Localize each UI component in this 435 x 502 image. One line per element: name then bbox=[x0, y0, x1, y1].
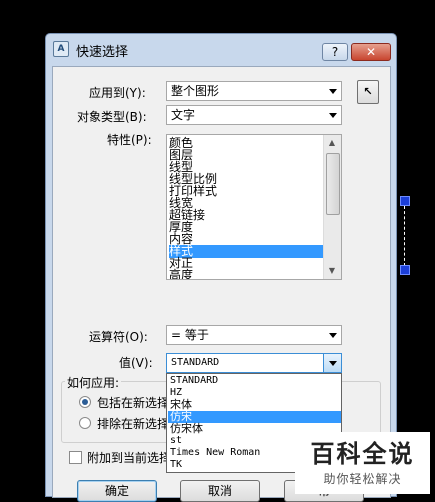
operator-label: 运算符(O): bbox=[89, 330, 148, 344]
include-label: 包括在新选择 bbox=[97, 396, 170, 410]
watermark-title: 百科全说 bbox=[310, 440, 415, 468]
chevron-down-icon bbox=[329, 333, 337, 338]
ok-button[interactable]: 确定 bbox=[77, 480, 157, 502]
apply-to-value: 整个图形 bbox=[171, 84, 220, 98]
chevron-down-icon bbox=[329, 89, 337, 94]
watermark-subtitle: 助你轻松解决 bbox=[323, 472, 402, 486]
chevron-down-icon bbox=[329, 361, 337, 366]
value-select[interactable]: STANDARD bbox=[166, 353, 342, 373]
include-radio[interactable] bbox=[79, 396, 91, 408]
chevron-down-icon bbox=[329, 113, 337, 118]
value-label: 值(V): bbox=[119, 356, 153, 370]
properties-label: 特性(P): bbox=[107, 133, 152, 147]
exclude-label: 排除在新选择 bbox=[97, 417, 170, 431]
how-to-apply-legend: 如何应用: bbox=[65, 374, 122, 391]
object-type-select[interactable]: 文字 bbox=[166, 105, 342, 125]
append-checkbox[interactable] bbox=[69, 451, 82, 464]
cancel-button[interactable]: 取消 bbox=[180, 480, 260, 502]
operator-select[interactable]: = 等于 bbox=[166, 325, 342, 345]
apply-to-select[interactable]: 整个图形 bbox=[166, 81, 342, 101]
help-button[interactable]: ? bbox=[322, 43, 348, 61]
selection-dashed-line bbox=[404, 206, 405, 266]
properties-scrollbar[interactable]: ▲ ▼ bbox=[323, 135, 341, 279]
property-item[interactable]: 高度 bbox=[169, 269, 324, 280]
quick-select-dialog: A 快速选择 ? ✕ 应用到(Y): 整个图形 ↖ 对象类型(B): 文字 特性… bbox=[45, 33, 397, 502]
watermark: 百科全说 助你轻松解决 bbox=[295, 432, 430, 494]
scroll-thumb[interactable] bbox=[326, 153, 340, 215]
value-option[interactable]: 宋体 bbox=[168, 399, 341, 411]
object-type-value: 文字 bbox=[171, 108, 196, 122]
close-icon[interactable]: ✕ bbox=[351, 43, 391, 61]
grip-top[interactable] bbox=[400, 196, 410, 206]
value-option[interactable]: HZ bbox=[168, 387, 341, 399]
object-type-label: 对象类型(B): bbox=[77, 110, 147, 124]
app-icon: A bbox=[53, 41, 69, 57]
append-label: 附加到当前选择 bbox=[87, 451, 172, 465]
exclude-radio[interactable] bbox=[79, 417, 91, 429]
title-bar[interactable]: A 快速选择 ? ✕ bbox=[46, 34, 396, 64]
value-option[interactable]: STANDARD bbox=[168, 375, 341, 387]
scroll-down-icon[interactable]: ▼ bbox=[324, 263, 340, 279]
value-current: STANDARD bbox=[171, 357, 220, 368]
dialog-title: 快速选择 bbox=[76, 45, 129, 60]
operator-value: = 等于 bbox=[171, 328, 209, 342]
grip-bottom[interactable] bbox=[400, 265, 410, 275]
select-objects-button[interactable]: ↖ bbox=[357, 80, 379, 104]
apply-to-label: 应用到(Y): bbox=[89, 86, 146, 100]
properties-listbox[interactable]: 颜色 图层 线型 线型比例 打印样式 线宽 超链接 厚度 内容 样式 对正 高度 ▲ ▼ bbox=[166, 134, 342, 280]
cursor-pick-icon: ↖ bbox=[363, 85, 373, 98]
scroll-up-icon[interactable]: ▲ bbox=[324, 135, 340, 151]
